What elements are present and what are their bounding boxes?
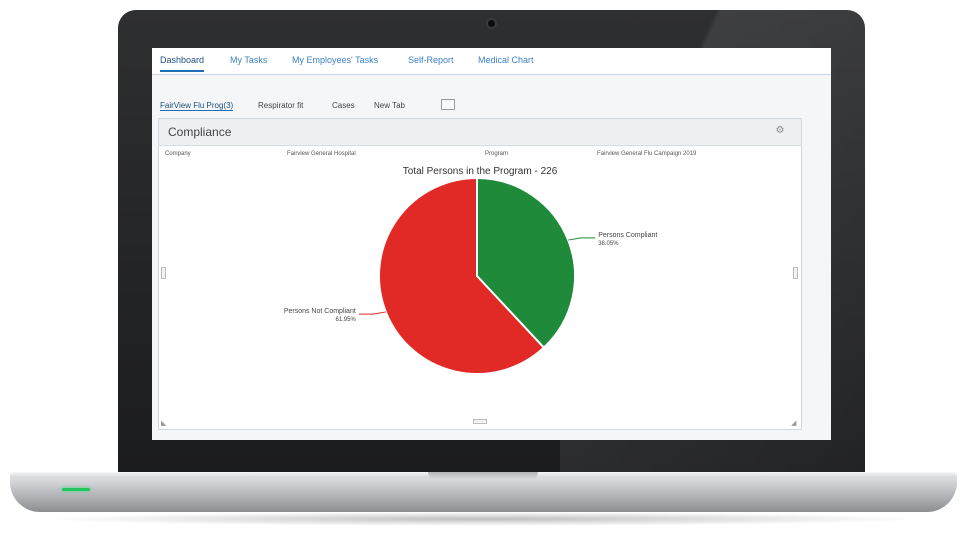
pie-label: Persons Not Compliant bbox=[284, 308, 356, 315]
gear-icon[interactable]: ⚙ bbox=[775, 126, 785, 136]
power-led-icon bbox=[62, 488, 90, 491]
tab-dashboard[interactable]: Dashboard bbox=[160, 55, 205, 72]
pie-chart: Persons Compliant 38.05% Persons Not Compl… bbox=[284, 179, 657, 375]
pie-label: Persons Compliant bbox=[598, 232, 657, 239]
tab-self-report[interactable]: Self-Report bbox=[408, 55, 454, 65]
laptop-shadow bbox=[40, 512, 927, 526]
right-resize-handle[interactable] bbox=[793, 267, 798, 279]
compliance-panel: Compliance ⚙ Company Fairview General Ho… bbox=[158, 118, 802, 430]
subtab-new-tab[interactable]: New Tab bbox=[374, 101, 405, 110]
laptop-hinge-notch bbox=[428, 472, 538, 479]
tab-my-tasks[interactable]: My Tasks bbox=[230, 55, 267, 65]
company-value: Fairview General Hospital bbox=[287, 151, 356, 157]
main-nav-tabs: Dashboard My Tasks My Employees' Tasks S… bbox=[152, 48, 831, 75]
program-value: Fairview General Flu Campaign 2019 bbox=[597, 151, 697, 157]
chart-title: Total Persons in the Program - 226 bbox=[402, 166, 558, 177]
webcam-icon bbox=[488, 20, 495, 27]
resize-corner-icon[interactable]: ◢ bbox=[791, 419, 796, 427]
pie-leader-line bbox=[358, 311, 386, 315]
subtab-fairview-flu-prog[interactable]: FairView Flu Prog(3) bbox=[160, 101, 234, 111]
tab-my-employees-tasks[interactable]: My Employees' Tasks bbox=[292, 55, 378, 65]
pie-value-label: 38.05% bbox=[598, 241, 619, 247]
left-resize-handle[interactable] bbox=[161, 267, 166, 279]
program-label: Program bbox=[485, 151, 509, 157]
corner-left-icon: ◣ bbox=[161, 420, 167, 427]
subtab-cases[interactable]: Cases bbox=[332, 101, 355, 110]
bottom-resize-handle[interactable] bbox=[473, 419, 487, 424]
pie-leader-line bbox=[568, 237, 596, 241]
add-tab-icon[interactable] bbox=[441, 99, 455, 110]
app-screen: Dashboard My Tasks My Employees' Tasks S… bbox=[152, 48, 831, 440]
company-label: Company bbox=[165, 151, 191, 157]
panel-header: Compliance ⚙ bbox=[159, 119, 801, 146]
panel-title: Compliance bbox=[168, 125, 232, 139]
tab-medical-chart[interactable]: Medical Chart bbox=[478, 55, 534, 65]
pie-value-label: 61.95% bbox=[335, 317, 356, 323]
subtab-respirator-fit[interactable]: Respirator fit bbox=[258, 101, 303, 110]
